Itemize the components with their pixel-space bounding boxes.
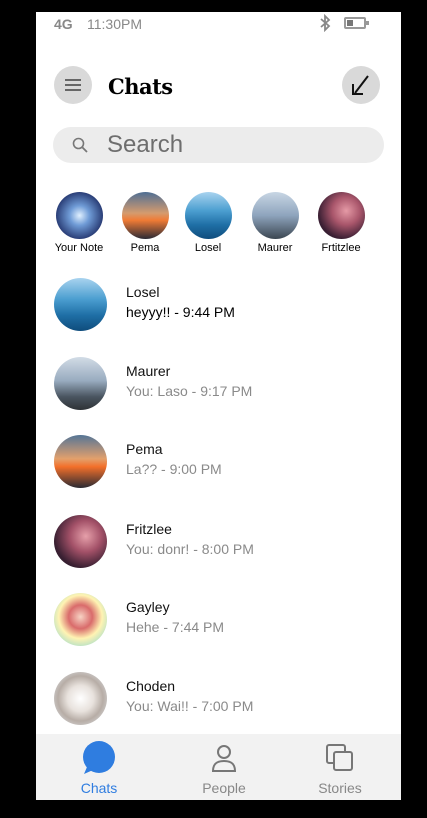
chat-row-gayley[interactable]: Gayley Hehe - 7:44 PM [36, 593, 401, 657]
chat-row-losel[interactable]: Losel heyyy!! - 9:44 PM [36, 278, 401, 342]
chat-row-fritzlee[interactable]: Fritzlee You: donr! - 8:00 PM [36, 515, 401, 579]
story-frtitzlee[interactable]: Frtitzlee [308, 192, 374, 254]
search-bar[interactable] [53, 127, 384, 163]
tab-chats[interactable]: Chats [59, 741, 139, 796]
chat-name: Pema [126, 441, 163, 457]
chat-name: Maurer [126, 363, 171, 379]
stories-row: Your Note Pema Losel Maurer Frtitzlee [36, 192, 401, 272]
story-label: Your Note [54, 242, 104, 254]
story-label: Frtitzlee [321, 242, 361, 254]
avatar [54, 357, 107, 410]
story-label: Maurer [257, 242, 293, 254]
status-bar: 4G 11:30PM [36, 12, 401, 38]
menu-button[interactable] [54, 66, 92, 104]
story-pema[interactable]: Pema [112, 192, 178, 254]
chat-name: Choden [126, 678, 176, 694]
page-title: Chats [108, 74, 173, 99]
bottom-tab-bar: Chats People Stories [36, 734, 401, 800]
story-label: Losel [194, 242, 222, 254]
story-avatar [55, 192, 103, 239]
compose-icon [352, 75, 369, 95]
compose-button[interactable] [342, 66, 380, 104]
story-avatar [251, 192, 299, 239]
status-time: 11:30PM [87, 16, 142, 32]
chat-preview: heyyy!! - 9:44 PM [126, 304, 235, 320]
avatar [54, 515, 107, 568]
chat-name: Gayley [126, 599, 170, 615]
chats-screen: 4G 11:30PM Chats Your Note Pema [36, 12, 401, 800]
chat-preview: You: Laso - 9:17 PM [126, 383, 253, 399]
chat-preview: La?? - 9:00 PM [126, 461, 222, 477]
story-avatar [121, 192, 169, 239]
tab-label: People [202, 780, 246, 796]
tab-stories[interactable]: Stories [300, 742, 380, 796]
story-maurer[interactable]: Maurer [242, 192, 308, 254]
chat-row-choden[interactable]: Choden You: Wai!! - 7:00 PM [36, 672, 401, 736]
search-icon [72, 137, 88, 158]
story-your-note[interactable]: Your Note [46, 192, 112, 254]
chat-name: Losel [126, 284, 160, 300]
chat-row-maurer[interactable]: Maurer You: Laso - 9:17 PM [36, 357, 401, 421]
chat-preview: You: Wai!! - 7:00 PM [126, 698, 254, 714]
avatar [54, 593, 107, 646]
tab-label: Chats [80, 780, 118, 796]
chat-name: Fritzlee [126, 521, 172, 537]
tab-people[interactable]: People [184, 742, 264, 796]
bluetooth-icon [318, 13, 332, 37]
chat-preview: You: donr! - 8:00 PM [126, 541, 254, 557]
avatar [54, 278, 107, 331]
network-indicator: 4G [54, 16, 73, 32]
chat-preview: Hehe - 7:44 PM [126, 619, 225, 635]
chat-row-pema[interactable]: Pema La?? - 9:00 PM [36, 435, 401, 499]
story-losel[interactable]: Losel [175, 192, 241, 254]
search-input[interactable] [107, 130, 367, 160]
avatar [54, 435, 107, 488]
story-label: Pema [130, 242, 160, 254]
tab-label: Stories [318, 780, 362, 796]
stories-icon [300, 742, 380, 774]
avatar [54, 672, 107, 725]
story-avatar [184, 192, 232, 239]
person-icon [184, 742, 264, 774]
battery-icon [344, 17, 369, 29]
story-avatar [317, 192, 365, 239]
chat-bubble-icon [59, 741, 139, 774]
